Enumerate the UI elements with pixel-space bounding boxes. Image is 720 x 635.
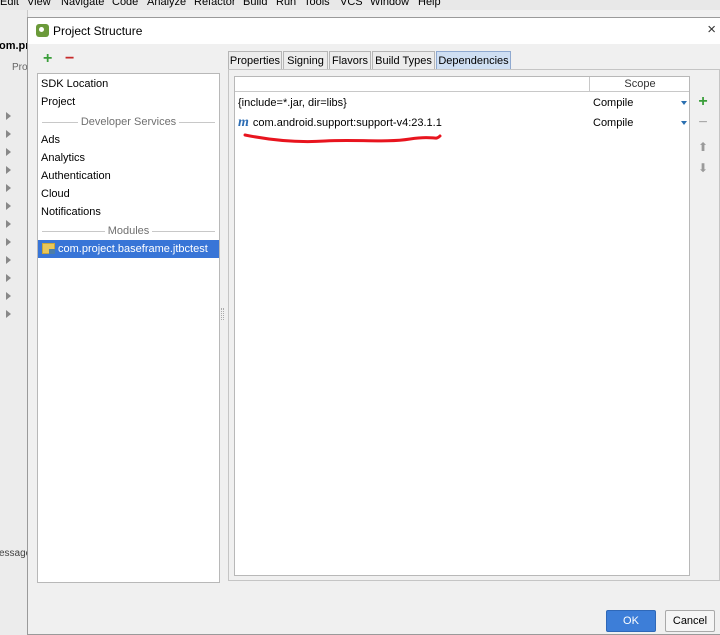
project-structure-dialog: Project Structure × + − SDK Location Pro… <box>27 17 720 635</box>
menu-view[interactable]: View <box>27 0 51 8</box>
menu-help[interactable]: Help <box>418 0 441 8</box>
sidebar-item-authentication[interactable]: Authentication <box>40 167 111 185</box>
tree-expand-icon[interactable] <box>6 148 11 156</box>
remove-dependency-button[interactable]: − <box>695 115 711 131</box>
red-underline-annotation <box>243 133 442 144</box>
sidebar-list: SDK Location Project Developer Services … <box>37 73 220 583</box>
menu-code[interactable]: Code <box>112 0 138 8</box>
cancel-button[interactable]: Cancel <box>665 610 715 632</box>
scope-column-header[interactable]: Scope <box>591 77 689 92</box>
tab-flavors[interactable]: Flavors <box>329 51 371 70</box>
tab-dependencies[interactable]: Dependencies <box>436 51 511 70</box>
dependencies-panel: Scope {include=*.jar, dir=libs} Compile … <box>228 69 720 581</box>
sidebar-item-module[interactable]: com.project.baseframe.jtbctest <box>38 240 219 258</box>
menu-tools[interactable]: Tools <box>304 0 330 8</box>
developer-services-separator: Developer Services <box>38 115 219 129</box>
tree-expand-icon[interactable] <box>6 130 11 138</box>
sidebar-item-cloud[interactable]: Cloud <box>40 185 70 203</box>
ide-project-name: om.pr <box>0 40 28 52</box>
tab-signing[interactable]: Signing <box>283 51 328 70</box>
scope-dropdown-icon[interactable] <box>681 121 687 125</box>
add-dependency-button[interactable]: + <box>695 94 711 110</box>
move-up-icon[interactable]: ⬆ <box>695 140 711 154</box>
tree-expand-icon[interactable] <box>6 274 11 282</box>
ide-menubar: Edit View Navigate Code Analyze Refactor… <box>0 0 720 10</box>
remove-module-button[interactable]: − <box>65 51 74 67</box>
tree-expand-icon[interactable] <box>6 220 11 228</box>
menu-window[interactable]: Window <box>370 0 409 8</box>
menu-analyze[interactable]: Analyze <box>147 0 186 8</box>
modules-header: Modules <box>104 225 153 237</box>
tree-expand-icon[interactable] <box>6 292 11 300</box>
tree-expand-icon[interactable] <box>6 238 11 246</box>
tree-expand-icon[interactable] <box>6 256 11 264</box>
scope-value[interactable]: Compile <box>593 93 633 113</box>
scope-dropdown-icon[interactable] <box>681 101 687 105</box>
dialog-titlebar: Project Structure × <box>28 18 720 44</box>
menu-build[interactable]: Build <box>243 0 267 8</box>
ok-button[interactable]: OK <box>606 610 656 632</box>
tree-expand-icon[interactable] <box>6 166 11 174</box>
sidebar-item-ads[interactable]: Ads <box>40 131 60 149</box>
developer-services-header: Developer Services <box>77 116 180 128</box>
android-studio-icon <box>36 24 49 37</box>
ide-project-tab[interactable]: Pro <box>12 62 27 73</box>
dependencies-table: Scope {include=*.jar, dir=libs} Compile … <box>234 76 690 576</box>
close-icon[interactable]: × <box>707 21 716 38</box>
sidebar-item-project[interactable]: Project <box>40 93 75 111</box>
add-module-button[interactable]: + <box>43 51 52 67</box>
tree-expand-icon[interactable] <box>6 310 11 318</box>
menu-vcs[interactable]: VCS <box>340 0 363 8</box>
menu-edit[interactable]: Edit <box>0 0 19 8</box>
menu-navigate[interactable]: Navigate <box>61 0 104 8</box>
dialog-title: Project Structure <box>53 24 143 38</box>
sidebar-item-analytics[interactable]: Analytics <box>40 149 85 167</box>
module-folder-icon <box>42 243 55 254</box>
splitter-handle[interactable] <box>221 308 224 320</box>
scope-value[interactable]: Compile <box>593 113 633 133</box>
tree-expand-icon[interactable] <box>6 184 11 192</box>
move-down-icon[interactable]: ⬇ <box>695 161 711 175</box>
menu-refactor[interactable]: Refactor <box>194 0 236 8</box>
sidebar-item-notifications[interactable]: Notifications <box>40 203 101 221</box>
ide-project-panel: om.pr Pro essage <box>0 10 28 635</box>
menu-run[interactable]: Run <box>276 0 296 8</box>
module-label: com.project.baseframe.jtbctest <box>58 243 208 255</box>
sidebar-item-sdk-location[interactable]: SDK Location <box>40 75 108 93</box>
ide-messages-tab[interactable]: essage <box>0 548 27 559</box>
modules-separator: Modules <box>38 224 219 238</box>
tab-properties[interactable]: Properties <box>228 51 282 70</box>
tab-build-types[interactable]: Build Types <box>372 51 435 70</box>
tree-expand-icon[interactable] <box>6 112 11 120</box>
tree-expand-icon[interactable] <box>6 202 11 210</box>
